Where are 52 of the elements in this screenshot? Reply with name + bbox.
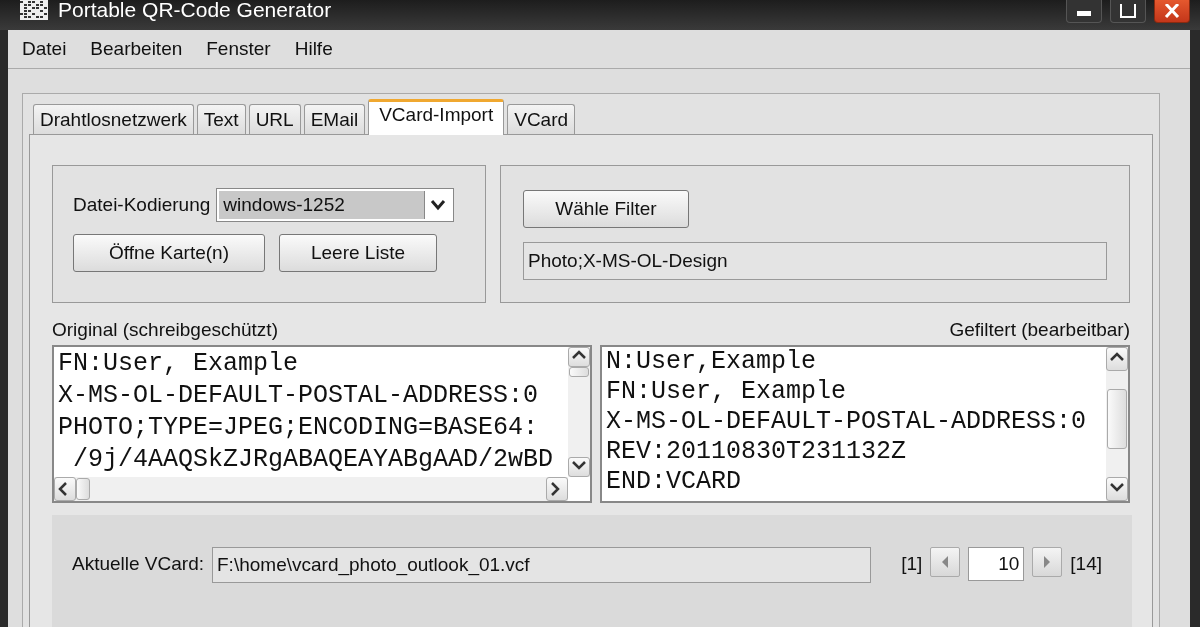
close-icon bbox=[1164, 3, 1180, 18]
last-index: [14] bbox=[1070, 553, 1102, 575]
maximize-icon bbox=[1120, 3, 1136, 18]
menu-item[interactable]: Hilfe bbox=[294, 38, 333, 60]
text-line: END:VCARD bbox=[606, 467, 743, 497]
filter-button[interactable]: Wähle Filter bbox=[523, 190, 689, 228]
field-label: Datei-Kodierung bbox=[73, 194, 211, 216]
tab[interactable]: URL bbox=[248, 104, 301, 134]
previous-button[interactable] bbox=[930, 547, 961, 577]
menu-item[interactable]: Fenster bbox=[206, 38, 271, 60]
tab[interactable]: Text bbox=[196, 104, 246, 134]
text-line: X-MS-OL-DEFAULT-POSTAL-ADDRESS:0 bbox=[606, 407, 1088, 437]
tab[interactable]: EMail bbox=[303, 104, 366, 134]
menu-item[interactable]: Datei bbox=[22, 38, 67, 60]
text-line: FN:User, Example bbox=[58, 348, 300, 380]
next-button[interactable] bbox=[1032, 547, 1063, 577]
scroll-thumb[interactable] bbox=[569, 367, 589, 377]
tab[interactable]: VCard-Import bbox=[368, 99, 505, 135]
right-triangle-icon bbox=[1042, 555, 1053, 569]
menu-item[interactable]: Bearbeiten bbox=[90, 38, 183, 60]
text-line: PHOTO;TYPE=JPEG;ENCODING=BASE64: bbox=[58, 412, 540, 444]
text-line: /9j/4AAQSkZJRgABAQEAYABgAAD/2wBD bbox=[72, 444, 555, 476]
encoding-dropdown[interactable]: windows-1252 bbox=[216, 188, 455, 222]
horizontal-scrollbar[interactable] bbox=[54, 477, 568, 501]
caret-icon bbox=[430, 199, 447, 211]
text-area[interactable]: N:User,Example FN:User, Example X-MS-OL-DEFAULT-POSTAL-ADDRESS:0 REV:20110830T231132Z END:VCARD bbox=[600, 345, 1130, 503]
text-line: REV:20110830T231132Z bbox=[606, 437, 908, 467]
text-line: FN:User, Example bbox=[606, 377, 848, 407]
vertical-scrollbar[interactable] bbox=[1106, 347, 1128, 501]
left-triangle-icon bbox=[940, 555, 951, 569]
close-button[interactable] bbox=[1154, 0, 1190, 23]
scroll-thumb[interactable] bbox=[1107, 389, 1127, 449]
filter-field[interactable]: Photo;X-MS-OL-Design bbox=[523, 242, 1107, 280]
path-field: F:\home\vcard_photo_outlook_01.vcf bbox=[212, 547, 872, 583]
open-button[interactable]: Öffne Karte(n) bbox=[73, 234, 265, 272]
field-label: Aktuelle VCard: bbox=[72, 553, 204, 575]
clear-button[interactable]: Leere Liste bbox=[279, 234, 437, 272]
scroll-thumb[interactable] bbox=[76, 478, 90, 500]
tab[interactable]: Drahtlosnetzwerk bbox=[33, 104, 194, 134]
qr-code-icon bbox=[20, 0, 48, 20]
first-index: [1] bbox=[901, 553, 923, 575]
text-line: X-MS-OL-DEFAULT-POSTAL-ADDRESS:0 bbox=[58, 380, 540, 412]
tab[interactable]: VCard bbox=[507, 104, 576, 134]
pane-label: Original (schreibgeschützt) bbox=[52, 319, 278, 341]
maximize-button[interactable] bbox=[1110, 0, 1146, 23]
vertical-scrollbar[interactable] bbox=[568, 347, 590, 477]
window-title: Portable QR-Code Generator bbox=[58, 0, 333, 22]
minimize-button[interactable] bbox=[1066, 0, 1102, 23]
pane-label: Gefiltert (bearbeitbar) bbox=[949, 319, 1130, 341]
index-field[interactable]: 10 bbox=[968, 547, 1025, 581]
text-area[interactable]: FN:User, Example X-MS-OL-DEFAULT-POSTAL-ADDRESS:0 PHOTO;TYPE=JPEG;ENCODING=BASE64: /9j/4AAQSkZJRgABAQEAYABgAAD/2wBD bbox=[52, 345, 592, 503]
text-line: N:User,Example bbox=[606, 347, 818, 377]
